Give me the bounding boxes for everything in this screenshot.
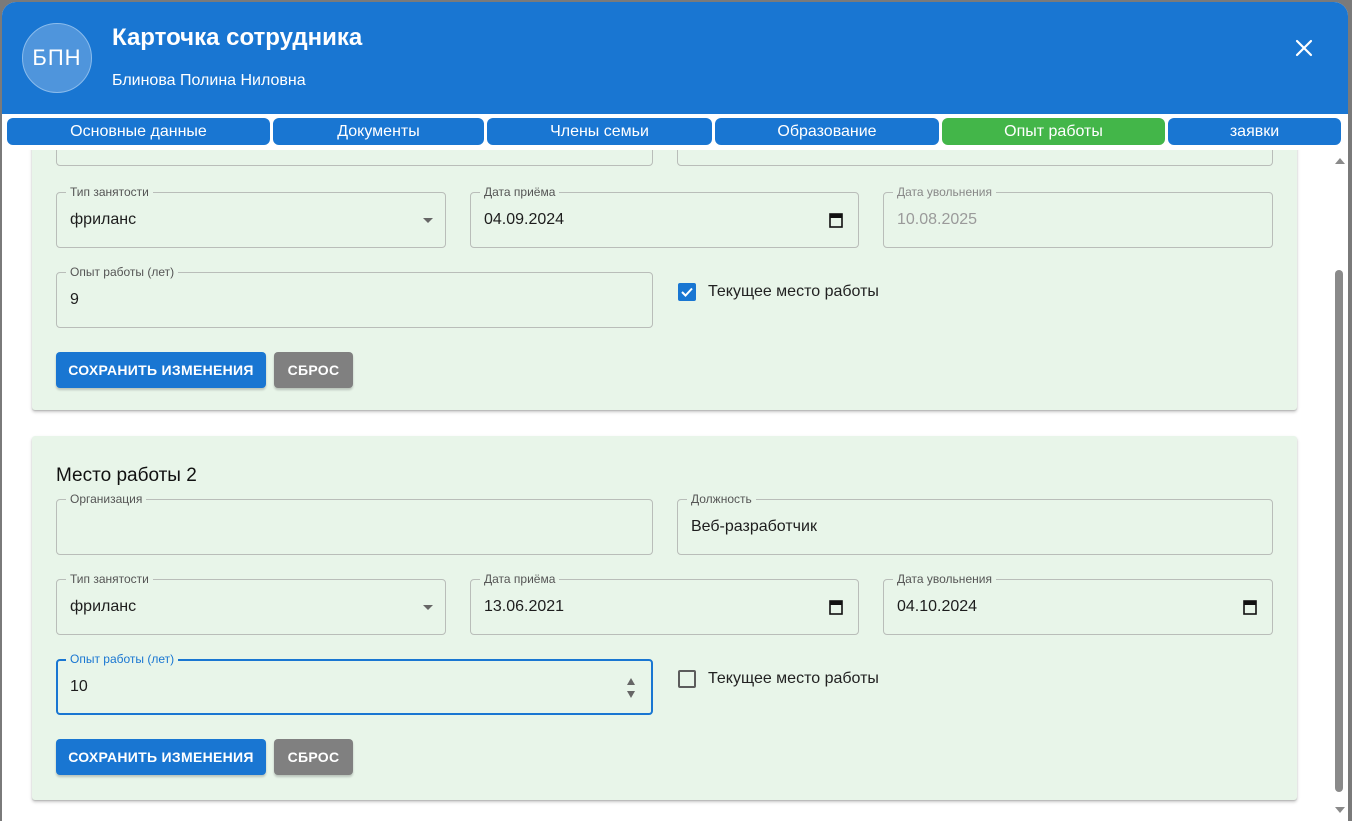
save-changes-button[interactable]: СОХРАНИТЬ ИЗМЕНЕНИЯ: [56, 739, 266, 775]
tab-requests[interactable]: заявки: [1168, 118, 1341, 145]
number-spinner-icon[interactable]: [625, 675, 637, 701]
organization-label: Организация: [66, 492, 147, 506]
current-job-checkbox[interactable]: Текущее место работы: [678, 670, 879, 688]
reset-button[interactable]: СБРОС: [274, 739, 353, 775]
employee-name: Блинова Полина Ниловна: [112, 72, 306, 89]
tab-education[interactable]: Образование: [715, 118, 939, 145]
tab-documents[interactable]: Документы: [273, 118, 484, 145]
checkbox-checked-icon: [678, 283, 696, 301]
work-experience-panel: Тип занятости фриланс Дата приёма 04.09.…: [2, 150, 1348, 821]
tab-bar: Основные данные Документы Члены семьи Об…: [2, 114, 1348, 150]
scroll-up-arrow-icon[interactable]: [1335, 158, 1345, 164]
scroll-down-arrow-icon[interactable]: [1335, 807, 1345, 813]
job-card-2: Место работы 2 Организация Должность Веб…: [32, 436, 1297, 800]
current-job-label: Текущее место работы: [708, 670, 879, 687]
dismissal-date-label: Дата увольнения: [893, 572, 996, 586]
experience-years-value: 9: [70, 291, 79, 308]
dismissal-date-value: 10.08.2025: [897, 211, 978, 228]
employment-type-select[interactable]: Тип занятости фриланс: [56, 185, 446, 248]
position-label: Должность: [687, 492, 756, 506]
employment-type-label: Тип занятости: [66, 185, 153, 199]
hire-date-label: Дата приёма: [480, 185, 560, 199]
dismissal-date-field[interactable]: Дата увольнения 04.10.2024: [883, 572, 1273, 635]
position-field[interactable]: Должность Веб-разработчик: [677, 492, 1273, 555]
position-value: Веб-разработчик: [691, 518, 817, 535]
employee-card-dialog: БПН Карточка сотрудника Блинова Полина Н…: [2, 2, 1348, 821]
calendar-icon[interactable]: [1243, 599, 1257, 615]
dialog-header: БПН Карточка сотрудника Блинова Полина Н…: [2, 2, 1348, 114]
dismissal-date-value: 04.10.2024: [897, 598, 978, 615]
employment-type-value: фриланс: [70, 211, 137, 228]
calendar-icon[interactable]: [829, 599, 843, 615]
organization-field[interactable]: Организация: [56, 492, 653, 555]
hire-date-value: 04.09.2024: [484, 211, 565, 228]
experience-years-field[interactable]: Опыт работы (лет) 10: [56, 652, 653, 715]
hire-date-field[interactable]: Дата приёма 04.09.2024: [470, 185, 859, 248]
scroll-thumb[interactable]: [1335, 270, 1343, 792]
dismissal-date-label: Дата увольнения: [893, 185, 996, 199]
tab-work-experience[interactable]: Опыт работы: [942, 118, 1165, 145]
employment-type-label: Тип занятости: [66, 572, 153, 586]
current-job-label: Текущее место работы: [708, 283, 879, 300]
tab-main-data[interactable]: Основные данные: [7, 118, 270, 145]
experience-years-value: 10: [70, 678, 88, 695]
hire-date-value: 13.06.2021: [484, 598, 565, 615]
hire-date-field[interactable]: Дата приёма 13.06.2021: [470, 572, 859, 635]
job-card-title: Место работы 2: [56, 465, 197, 486]
position-field[interactable]: [677, 150, 1273, 166]
close-icon: [1295, 39, 1313, 57]
hire-date-label: Дата приёма: [480, 572, 560, 586]
experience-years-field[interactable]: Опыт работы (лет) 9: [56, 265, 653, 328]
avatar: БПН: [22, 23, 92, 93]
vertical-scrollbar[interactable]: [1332, 150, 1348, 821]
close-button[interactable]: [1290, 34, 1318, 62]
experience-years-label: Опыт работы (лет): [66, 652, 179, 666]
employment-type-value: фриланс: [70, 598, 137, 615]
organization-field[interactable]: [56, 150, 653, 166]
dismissal-date-field: Дата увольнения 10.08.2025: [883, 185, 1273, 248]
experience-years-label: Опыт работы (лет): [66, 265, 179, 279]
tab-family[interactable]: Члены семьи: [487, 118, 712, 145]
reset-button[interactable]: СБРОС: [274, 352, 353, 388]
dialog-title: Карточка сотрудника: [112, 24, 363, 51]
employment-type-select[interactable]: Тип занятости фриланс: [56, 572, 446, 635]
save-changes-button[interactable]: СОХРАНИТЬ ИЗМЕНЕНИЯ: [56, 352, 266, 388]
chevron-down-icon: [423, 605, 433, 610]
current-job-checkbox[interactable]: Текущее место работы: [678, 283, 879, 301]
checkbox-unchecked-icon: [678, 670, 696, 688]
calendar-icon[interactable]: [829, 212, 843, 228]
job-card-1: Тип занятости фриланс Дата приёма 04.09.…: [32, 150, 1297, 410]
chevron-down-icon: [423, 218, 433, 223]
